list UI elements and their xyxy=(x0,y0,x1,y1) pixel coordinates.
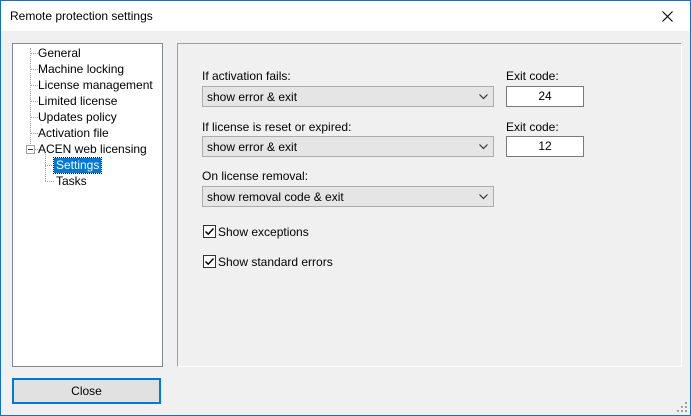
tree-item-activation-file[interactable]: Activation file xyxy=(38,126,109,141)
show-standard-errors-checkbox[interactable] xyxy=(203,255,216,268)
tree-item-license-management[interactable]: License management xyxy=(38,78,153,93)
license-reset-exit-code-label: Exit code: xyxy=(506,120,559,134)
tree-line xyxy=(30,117,38,118)
show-exceptions-checkbox[interactable] xyxy=(203,225,216,238)
chevron-down-icon xyxy=(479,194,488,200)
settings-tree[interactable]: General Machine locking License manageme… xyxy=(12,43,163,367)
license-reset-select[interactable]: show error & exit xyxy=(202,136,494,157)
title-bar[interactable]: Remote protection settings xyxy=(1,1,690,31)
activation-fails-select[interactable]: show error & exit xyxy=(202,86,494,107)
chevron-down-icon xyxy=(479,144,488,150)
license-reset-value: show error & exit xyxy=(207,140,298,154)
window-title: Remote protection settings xyxy=(10,9,153,23)
resize-grip-icon[interactable] xyxy=(677,402,688,413)
tree-line xyxy=(30,48,31,144)
license-reset-exit-code-input[interactable]: 12 xyxy=(506,136,584,157)
tree-item-settings[interactable]: Settings xyxy=(52,157,103,174)
tree-line xyxy=(30,101,38,102)
settings-panel: If activation fails: show error & exit E… xyxy=(177,43,682,367)
checkmark-icon xyxy=(204,227,215,236)
license-removal-select[interactable]: show removal code & exit xyxy=(202,186,494,207)
tree-line xyxy=(30,69,38,70)
show-exceptions-label[interactable]: Show exceptions xyxy=(218,225,309,239)
license-removal-value: show removal code & exit xyxy=(207,190,344,204)
tree-item-tasks[interactable]: Tasks xyxy=(56,174,87,189)
tree-line xyxy=(30,53,38,54)
activation-fails-label: If activation fails: xyxy=(202,69,291,83)
tree-item-general[interactable]: General xyxy=(38,46,81,61)
license-removal-label: On license removal: xyxy=(202,169,309,183)
activation-exit-code-label: Exit code: xyxy=(506,69,559,83)
activation-exit-code-input[interactable]: 24 xyxy=(506,86,584,107)
tree-item-updates-policy[interactable]: Updates policy xyxy=(38,110,117,125)
tree-line xyxy=(45,181,54,182)
tree-item-limited-license[interactable]: Limited license xyxy=(38,94,117,109)
activation-fails-value: show error & exit xyxy=(207,90,298,104)
chevron-down-icon xyxy=(479,94,488,100)
tree-item-acen-web-licensing[interactable]: ACEN web licensing xyxy=(38,142,147,157)
checkmark-icon xyxy=(204,257,215,266)
tree-line xyxy=(30,133,38,134)
close-button[interactable]: Close xyxy=(12,378,161,404)
settings-window: Remote protection settings General Machi… xyxy=(0,0,691,416)
show-standard-errors-label[interactable]: Show standard errors xyxy=(218,255,333,269)
tree-line xyxy=(30,85,38,86)
license-reset-label: If license is reset or expired: xyxy=(202,120,352,134)
close-icon xyxy=(661,10,673,22)
collapse-icon[interactable] xyxy=(26,145,35,154)
tree-line xyxy=(45,165,54,166)
tree-line xyxy=(45,154,46,181)
close-window-button[interactable] xyxy=(644,1,690,31)
tree-item-machine-locking[interactable]: Machine locking xyxy=(38,62,124,77)
